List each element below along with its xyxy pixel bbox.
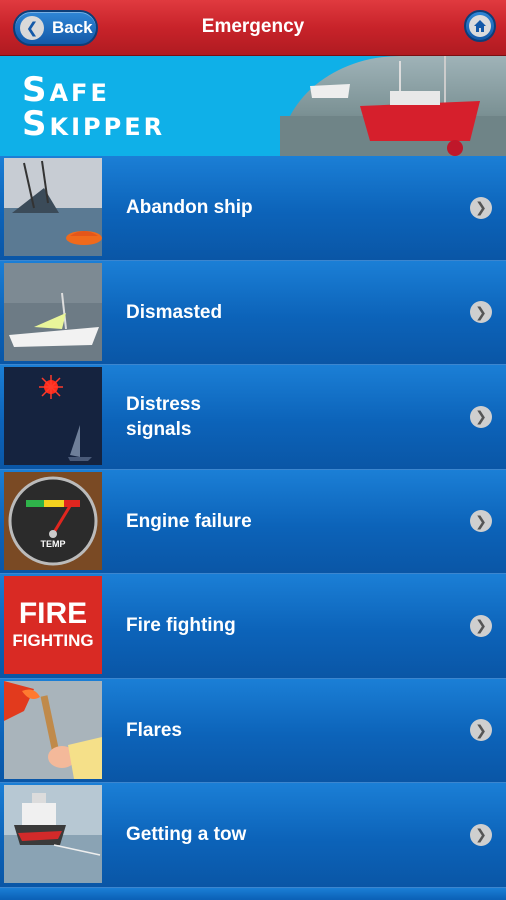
chevron-right-icon: ❯ (470, 614, 492, 637)
list-item-dismasted[interactable]: Dismasted ❯ (0, 260, 506, 365)
home-button[interactable] (464, 10, 496, 42)
list-item-label: Getting a tow (126, 824, 247, 846)
chevron-right-icon: ❯ (470, 196, 492, 219)
chevron-right-icon: ❯ (470, 510, 492, 533)
list-item-label: Abandon ship (126, 197, 253, 219)
list-item-distress-signals[interactable]: Distress signals ❯ (0, 365, 506, 470)
list-item-fire-fighting[interactable]: FIRE FIGHTING Fire fighting ❯ (0, 574, 506, 679)
list-item-label: Flares (126, 719, 182, 741)
svg-text:TEMP: TEMP (40, 539, 65, 549)
chevron-right-icon: ❯ (470, 719, 492, 742)
tow-image (4, 785, 102, 883)
engine-gauge-image: TEMP (4, 471, 102, 570)
list-item-partial[interactable] (0, 887, 506, 900)
safe-skipper-banner: Safe Skipper (0, 56, 506, 156)
harbour-photo (280, 56, 506, 156)
fire-fighting-image: FIRE FIGHTING (4, 576, 102, 674)
dismasted-image (4, 262, 102, 361)
logo-skipper: Skipper (22, 104, 166, 144)
list-item-label: Distress signals (126, 393, 201, 440)
top-bar: ❮ Back Emergency (0, 0, 506, 56)
list-item-abandon-ship[interactable]: Abandon ship ❯ (0, 156, 506, 261)
chevron-right-icon: ❯ (470, 301, 492, 324)
emergency-list: Abandon ship ❯ Dismasted ❯ Distress sign… (0, 156, 506, 900)
list-item-flares[interactable]: Flares ❯ (0, 678, 506, 783)
chevron-right-icon: ❯ (470, 405, 492, 428)
page-title: Emergency (201, 16, 305, 37)
list-item-engine-failure[interactable]: TEMP Engine failure ❯ (0, 469, 506, 574)
home-icon (469, 15, 491, 37)
abandon-ship-image (4, 158, 102, 256)
list-item-label: Dismasted (126, 301, 223, 323)
flare-image (4, 680, 102, 779)
distress-signals-image (4, 367, 102, 465)
list-item-label: Fire fighting (126, 615, 236, 637)
chevron-right-icon: ❯ (470, 823, 492, 846)
list-item-label: Engine failure (126, 510, 252, 532)
list-item-getting-a-tow[interactable]: Getting a tow ❯ (0, 783, 506, 888)
